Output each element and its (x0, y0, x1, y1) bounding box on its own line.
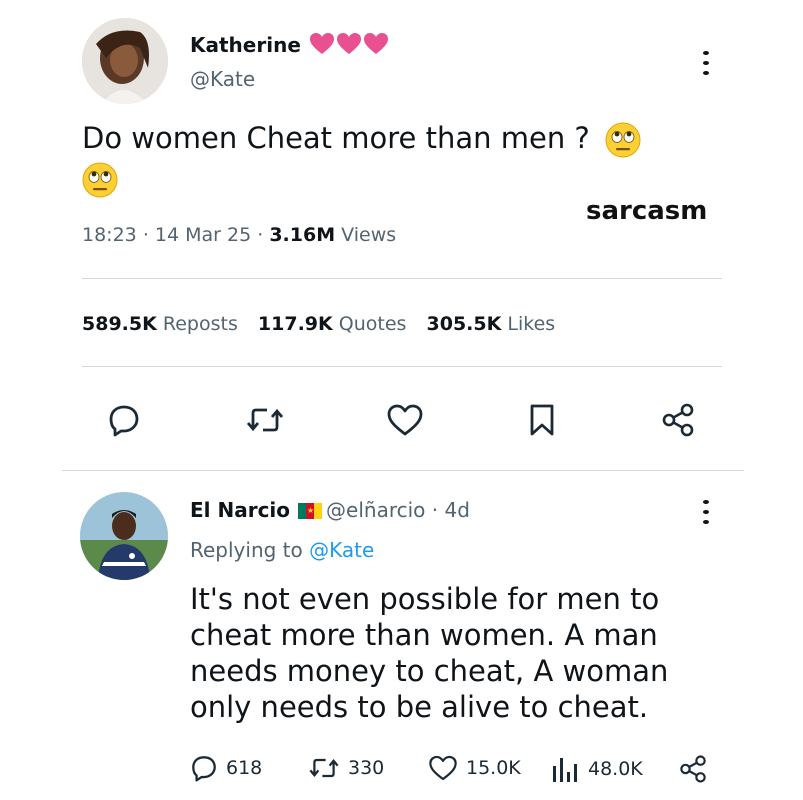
divider (82, 278, 722, 279)
pink-heart-icon (336, 33, 361, 54)
reply-text: It's not even possible for men to cheat … (190, 581, 668, 725)
quotes-count: 117.9K (257, 313, 333, 335)
bookmark-icon (530, 404, 554, 436)
meta-separator: · (142, 224, 155, 246)
replying-to-handle[interactable]: @Kate (309, 538, 374, 562)
reply-author-avatar[interactable] (80, 492, 168, 580)
pink-heart-icon (309, 33, 334, 54)
replying-to-label: Replying to (190, 538, 303, 562)
reply-replies-button[interactable]: 618 (190, 754, 262, 782)
reply-text-line: only needs to be alive to cheat. (190, 690, 649, 724)
post-more-menu[interactable] (703, 48, 709, 78)
author-avatar-image (82, 18, 168, 104)
reply-more-menu[interactable] (703, 497, 709, 527)
meta-separator: · (425, 498, 445, 522)
likes-label: Likes (507, 313, 556, 335)
like-icon (429, 755, 457, 781)
share-button[interactable] (658, 400, 698, 440)
likes-stat[interactable]: 305.5K Likes (427, 313, 556, 335)
post-date: 14 Mar 25 (154, 224, 252, 246)
share-icon (662, 403, 694, 437)
divider (82, 366, 722, 367)
bookmark-button[interactable] (522, 400, 562, 440)
reply-author: El Narcio ★ @elñarcio · 4d (190, 498, 470, 522)
reply-likes-button[interactable]: 15.0K (428, 754, 521, 782)
reply-time-ago: 4d (444, 498, 470, 522)
meta-separator: · (257, 224, 270, 246)
eye-roll-emoji-icon (605, 122, 641, 158)
dot-icon (703, 500, 709, 504)
reply-author-name[interactable]: El Narcio (190, 498, 290, 522)
repost-icon (309, 758, 339, 778)
reply-text-line: It's not even possible for men to (190, 582, 660, 616)
reply-icon (109, 405, 139, 437)
share-icon (680, 755, 706, 783)
author-handle[interactable]: @Kate (190, 67, 255, 91)
like-icon (387, 404, 423, 436)
reply-author-avatar-image (80, 492, 168, 580)
views-count: 3.16M (269, 224, 336, 246)
quotes-label: Quotes (338, 313, 407, 335)
reply-views-button[interactable]: 48.0K (550, 754, 643, 784)
reply-likes-count: 15.0K (466, 757, 521, 779)
repost-button[interactable] (243, 400, 287, 440)
reply-replies-count: 618 (226, 757, 263, 779)
post-meta: 18:23 · 14 Mar 25 · 3.16M Views (82, 224, 396, 246)
reply-reposts-count: 330 (348, 757, 385, 779)
reply-icon (192, 756, 216, 782)
author-name[interactable]: Katherine (190, 32, 389, 57)
author-avatar[interactable] (82, 18, 168, 104)
post-text-line: Do women Cheat more than men ? (82, 121, 590, 155)
reposts-label: Reposts (162, 313, 238, 335)
pink-heart-icon (363, 33, 388, 54)
cameroon-flag-icon: ★ (298, 503, 323, 519)
reply-views-count: 48.0K (588, 758, 643, 780)
quotes-stat[interactable]: 117.9K Quotes (258, 313, 413, 335)
divider (62, 470, 744, 471)
post-stats: 589.5K Reposts 117.9K Quotes 305.5K Like… (82, 313, 555, 335)
post-text: Do women Cheat more than men ? (82, 118, 722, 198)
author-name-text: Katherine (190, 33, 301, 57)
reply-author-handle[interactable]: @elñarcio (326, 498, 425, 522)
reply-button[interactable] (104, 400, 144, 440)
views-bar-chart-icon (553, 758, 577, 782)
dot-icon (703, 510, 709, 514)
dot-icon (703, 71, 709, 75)
likes-count: 305.5K (426, 313, 502, 335)
dot-icon (703, 520, 709, 524)
reply-share-button[interactable] (676, 752, 710, 786)
dot-icon (703, 61, 709, 65)
eye-roll-emoji-icon (82, 162, 118, 198)
overlay-label: sarcasm (586, 196, 708, 226)
repost-icon (246, 408, 284, 432)
reposts-stat[interactable]: 589.5K Reposts (82, 313, 244, 335)
dot-icon (703, 51, 709, 55)
reply-text-line: needs money to cheat, A woman (190, 654, 669, 688)
post-time: 18:23 (82, 224, 137, 246)
reply-reposts-button[interactable]: 330 (308, 754, 384, 782)
reply-text-line: cheat more than women. A man (190, 618, 658, 652)
reposts-count: 589.5K (82, 313, 157, 335)
replying-to: Replying to @Kate (190, 538, 374, 562)
views-label: Views (341, 224, 397, 246)
like-button[interactable] (384, 400, 426, 440)
